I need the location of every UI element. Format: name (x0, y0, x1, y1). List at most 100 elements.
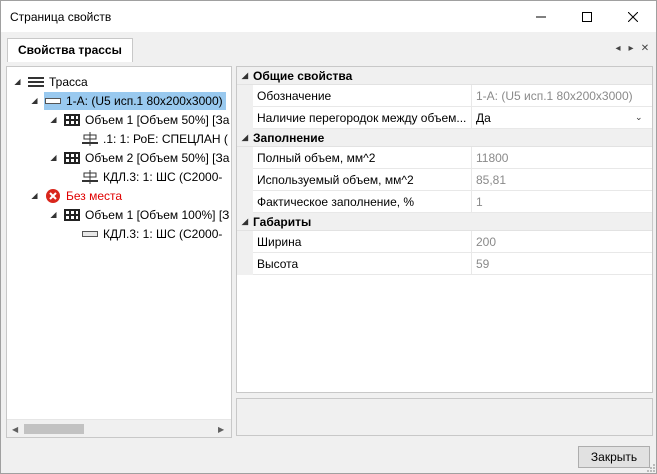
property-row[interactable]: Используемый объем, мм^2 85,81 (237, 169, 652, 191)
property-value: 1 (476, 195, 483, 209)
property-row[interactable]: Фактическое заполнение, % 1 (237, 191, 652, 213)
close-button[interactable]: Закрыть (578, 446, 650, 468)
category-title: Заполнение (253, 130, 325, 145)
column-separator (471, 107, 472, 129)
row-gutter (237, 231, 253, 253)
row-gutter (237, 147, 253, 169)
tab-scroll-right-icon[interactable]: ▸ (626, 43, 636, 54)
channel-icon (81, 226, 99, 242)
collapse-icon[interactable]: ◢ (30, 191, 39, 200)
tree-item-volume[interactable]: ◢ Объем 1 [Объем 50%] [За (49, 110, 229, 129)
property-name: Ширина (257, 235, 302, 249)
collapse-icon[interactable]: ◢ (237, 133, 253, 142)
scroll-right-icon[interactable]: ▶ (218, 425, 224, 434)
property-description-panel (236, 398, 653, 436)
category-title: Габариты (253, 214, 312, 229)
row-gutter (237, 253, 253, 275)
route-tree[interactable]: ◢ Трасса ◢ 1-А: (U5 исп.1 80x200x3000) ◢ (6, 66, 232, 438)
category-dimensions[interactable]: ◢ Габариты (237, 213, 652, 231)
tab-route-properties[interactable]: Свойства трассы (7, 38, 133, 63)
tree-item-label: 1-А: (U5 исп.1 80x200x3000) (66, 93, 223, 108)
property-value: 85,81 (476, 173, 507, 187)
tree-item-cable[interactable]: .1: 1: РоЕ: СПЕЦЛАН ( (81, 129, 228, 148)
property-value: 11800 (476, 151, 509, 165)
collapse-icon[interactable]: ◢ (13, 77, 22, 86)
property-row[interactable]: Обозначение 1-А: (U5 исп.1 80x200x3000) (237, 85, 652, 107)
property-row[interactable]: Ширина 200 (237, 231, 652, 253)
tree-item-label: Объем 1 [Объем 100%] [З (85, 207, 230, 222)
tab-scroll-left-icon[interactable]: ◂ (613, 43, 623, 54)
maximize-button[interactable] (564, 1, 610, 32)
cable-icon (81, 169, 99, 185)
column-separator (471, 147, 472, 169)
close-window-button[interactable] (610, 1, 656, 32)
channel-icon (44, 93, 62, 109)
category-filling[interactable]: ◢ Заполнение (237, 129, 652, 147)
property-value: 59 (476, 257, 490, 271)
collapse-icon[interactable]: ◢ (237, 71, 253, 80)
tree-item-label: Трасса (49, 74, 88, 89)
property-value: 1-А: (U5 исп.1 80x200x3000) (476, 89, 633, 103)
tab-close-icon[interactable]: ✕ (640, 43, 650, 54)
property-name: Фактическое заполнение, % (257, 195, 415, 209)
column-separator (471, 191, 472, 213)
row-gutter (237, 85, 253, 107)
property-grid: ◢ Общие свойства Обозначение 1-А: (U5 ис… (236, 66, 653, 393)
property-value: 200 (476, 235, 497, 249)
property-name: Наличие перегородок между объем... (257, 111, 467, 125)
tree-item-label: Объем 2 [Объем 50%] [За (85, 150, 230, 165)
tree-item-label: Объем 1 [Объем 50%] [За (85, 112, 230, 127)
scroll-left-icon[interactable]: ◀ (12, 425, 18, 434)
tree-horizontal-scrollbar[interactable]: ◀ ▶ (7, 419, 231, 437)
chevron-down-icon[interactable]: ⌄ (635, 112, 643, 123)
resize-grip-icon[interactable] (646, 463, 655, 472)
window-title: Страница свойств (10, 10, 112, 24)
collapse-icon[interactable]: ◢ (30, 96, 39, 105)
column-separator (471, 169, 472, 191)
property-name: Высота (257, 257, 299, 271)
tree-item-root[interactable]: ◢ Трасса (13, 72, 88, 91)
property-row[interactable]: Полный объем, мм^2 11800 (237, 147, 652, 169)
minimize-button[interactable] (518, 1, 564, 32)
cable-icon (81, 131, 99, 147)
column-separator (471, 253, 472, 275)
close-icon (628, 11, 638, 22)
volume-grid-icon (63, 207, 81, 223)
property-name: Обозначение (257, 89, 332, 103)
row-gutter (237, 191, 253, 213)
selected-highlight: 1-А: (U5 исп.1 80x200x3000) (44, 91, 226, 110)
property-row[interactable]: Наличие перегородок между объем... Да ⌄ (237, 107, 652, 129)
content-area: ◢ Трасса ◢ 1-А: (U5 исп.1 80x200x3000) ◢ (1, 62, 656, 439)
error-icon (44, 188, 62, 204)
row-gutter (237, 169, 253, 191)
maximize-icon (582, 11, 592, 22)
collapse-icon[interactable]: ◢ (237, 217, 253, 226)
collapse-icon[interactable]: ◢ (49, 115, 58, 124)
row-gutter (237, 107, 253, 129)
volume-grid-icon (63, 150, 81, 166)
category-title: Общие свойства (253, 68, 353, 83)
collapse-icon[interactable]: ◢ (49, 210, 58, 219)
category-general[interactable]: ◢ Общие свойства (237, 67, 652, 85)
column-separator (471, 85, 472, 107)
scrollbar-thumb[interactable] (24, 424, 84, 434)
minimize-icon (536, 16, 546, 17)
tree-item-label: .1: 1: РоЕ: СПЕЦЛАН ( (103, 131, 228, 146)
tree-item-volume[interactable]: ◢ Объем 1 [Объем 100%] [З (49, 205, 229, 224)
volume-grid-icon (63, 112, 81, 128)
footer: Закрыть (1, 439, 656, 473)
partition-select[interactable]: Да (476, 111, 646, 125)
tree-item-cable[interactable]: КДЛ.3: 1: ШС (С2000- (81, 224, 222, 243)
tree-item-no-place[interactable]: ◢ Без места (30, 186, 122, 205)
tree-item-channel[interactable]: ◢ 1-А: (U5 исп.1 80x200x3000) (30, 91, 226, 110)
tree-item-label: КДЛ.3: 1: ШС (С2000- (103, 169, 223, 184)
tree-item-volume[interactable]: ◢ Объем 2 [Объем 50%] [За (49, 148, 229, 167)
tree-item-label: Без места (66, 188, 123, 203)
tree-item-cable[interactable]: КДЛ.3: 1: ШС (С2000- (81, 167, 222, 186)
collapse-icon[interactable]: ◢ (49, 153, 58, 162)
column-separator (471, 231, 472, 253)
tab-bar: Свойства трассы ◂ ▸ ✕ (1, 32, 656, 63)
route-icon (27, 74, 45, 90)
property-row[interactable]: Высота 59 (237, 253, 652, 275)
title-bar: Страница свойств (1, 1, 656, 32)
